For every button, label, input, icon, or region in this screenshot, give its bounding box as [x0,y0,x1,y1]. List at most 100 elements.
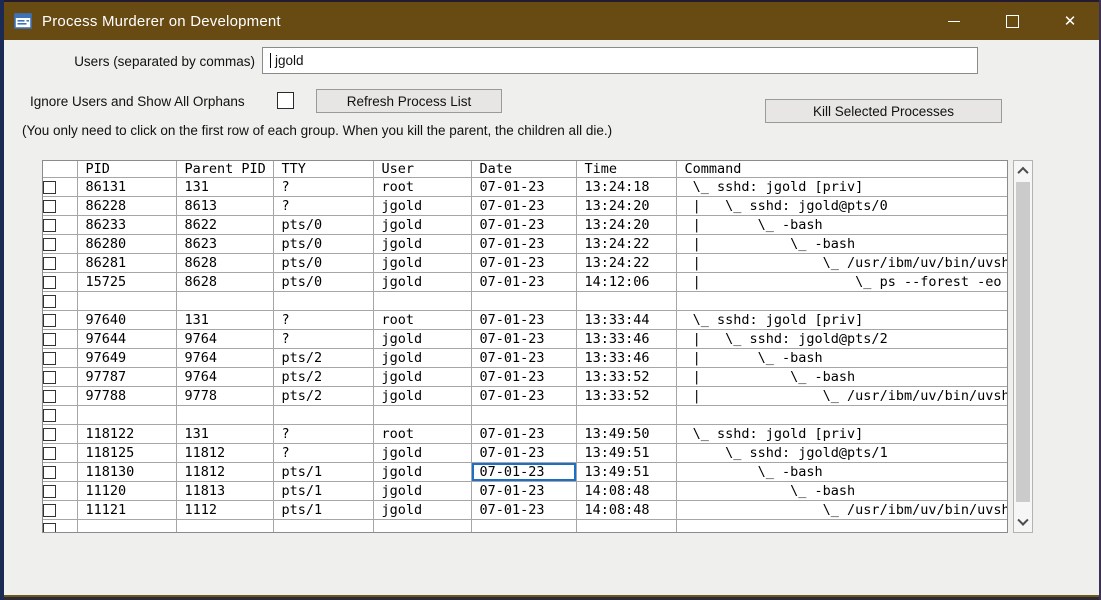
cell-command[interactable] [675,405,1007,425]
cell-command[interactable]: \_ sshd: jgold@pts/1 [675,443,1007,463]
cell-tty[interactable]: ? [272,443,374,463]
cell-date[interactable] [470,519,577,532]
row-checkbox[interactable] [43,446,56,460]
cell-command[interactable]: \_ sshd: jgold [priv] [675,310,1007,330]
cell-tty[interactable] [272,405,374,425]
kill-selected-processes-button[interactable]: Kill Selected Processes [765,99,1002,123]
cell-tty[interactable]: pts/1 [272,500,374,520]
cell-command[interactable]: | \_ ps --forest -eo p [675,272,1007,292]
cell-time[interactable]: 13:33:46 [575,329,677,349]
cell-tty[interactable]: pts/0 [272,215,374,235]
cell-time[interactable]: 13:24:20 [575,196,677,216]
cell-pid[interactable]: 118122 [76,424,177,444]
cell-command[interactable]: | \_ -bash [675,367,1007,387]
row-checkbox[interactable] [43,408,56,422]
users-input[interactable]: jgold [262,47,978,74]
cell-time[interactable] [575,291,677,311]
row-checkbox[interactable] [43,294,56,308]
cell-user[interactable]: jgold [372,481,472,501]
cell-ppid[interactable]: 8628 [175,253,274,273]
cell-time[interactable]: 13:24:22 [575,234,677,254]
cell-time[interactable]: 13:24:20 [575,215,677,235]
row-checkbox[interactable] [43,370,56,384]
cell-pid[interactable]: 11120 [76,481,177,501]
cell-user[interactable]: jgold [372,272,472,292]
cell-time[interactable]: 13:33:46 [575,348,677,368]
row-checkbox[interactable] [43,332,56,346]
cell-date[interactable]: 07-01-23 [470,348,577,368]
scroll-down-button[interactable] [1014,513,1032,532]
cell-date[interactable]: 07-01-23 [470,215,577,235]
cell-date[interactable]: 07-01-23 [470,329,577,349]
cell-command[interactable]: | \_ sshd: jgold@pts/2 [675,329,1007,349]
cell-command[interactable]: | \_ -bash [675,348,1007,368]
cell-pid[interactable]: 86281 [76,253,177,273]
cell-date[interactable]: 07-01-23 [470,310,577,330]
cell-pid[interactable]: 118130 [76,462,177,482]
row-checkbox[interactable] [43,351,56,365]
row-checkbox[interactable] [43,503,56,517]
cell-user[interactable]: jgold [372,329,472,349]
cell-pid[interactable]: 97787 [76,367,177,387]
cell-date[interactable]: 07-01-23 [470,500,577,520]
cell-tty[interactable]: pts/0 [272,253,374,273]
cell-time[interactable]: 13:24:18 [575,177,677,197]
cell-command[interactable]: \_ sshd: jgold [priv] [675,424,1007,444]
cell-ppid[interactable]: 131 [175,310,274,330]
cell-time[interactable] [575,519,677,532]
cell-pid[interactable]: 86233 [76,215,177,235]
cell-ppid[interactable] [175,519,274,532]
cell-time[interactable]: 13:33:52 [575,367,677,387]
cell-date[interactable] [470,291,577,311]
cell-time[interactable]: 13:49:51 [575,443,677,463]
cell-pid[interactable] [76,519,177,532]
cell-user[interactable]: jgold [372,215,472,235]
cell-date[interactable]: 07-01-23 [470,424,577,444]
cell-pid[interactable]: 97640 [76,310,177,330]
cell-date[interactable]: 07-01-23 [470,443,577,463]
cell-date[interactable]: 07-01-23 [470,253,577,273]
cell-tty[interactable]: ? [272,196,374,216]
row-checkbox[interactable] [43,237,56,251]
cell-time[interactable]: 14:08:48 [575,481,677,501]
cell-command[interactable]: | \_ sshd: jgold@pts/0 [675,196,1007,216]
maximize-button[interactable] [983,2,1041,40]
cell-time[interactable]: 14:12:06 [575,272,677,292]
cell-ppid[interactable]: 9778 [175,386,274,406]
cell-user[interactable]: jgold [372,500,472,520]
cell-pid[interactable]: 97644 [76,329,177,349]
cell-user[interactable]: root [372,310,472,330]
cell-ppid[interactable] [175,291,274,311]
cell-user[interactable] [372,291,472,311]
cell-ppid[interactable]: 11812 [175,462,274,482]
cell-pid[interactable]: 86228 [76,196,177,216]
cell-tty[interactable] [272,291,374,311]
cell-pid[interactable]: 86131 [76,177,177,197]
cell-pid[interactable]: 15725 [76,272,177,292]
cell-date[interactable]: 07-01-23 [470,272,577,292]
cell-tty[interactable]: ? [272,310,374,330]
cell-user[interactable]: root [372,424,472,444]
cell-user[interactable]: jgold [372,234,472,254]
cell-time[interactable] [575,405,677,425]
cell-pid[interactable] [76,405,177,425]
cell-ppid[interactable]: 11812 [175,443,274,463]
cell-user[interactable]: jgold [372,443,472,463]
cell-user[interactable]: jgold [372,367,472,387]
cell-command[interactable]: \_ -bash [675,481,1007,501]
cell-command[interactable]: | \_ /usr/ibm/uv/bin/uvsh [675,253,1007,273]
cell-command[interactable]: | \_ -bash [675,215,1007,235]
cell-tty[interactable]: pts/1 [272,462,374,482]
cell-date[interactable]: 07-01-23 [470,462,577,482]
cell-command[interactable]: | \_ -bash [675,234,1007,254]
cell-ppid[interactable]: 8623 [175,234,274,254]
cell-ppid[interactable]: 9764 [175,348,274,368]
cell-pid[interactable]: 97788 [76,386,177,406]
cell-time[interactable]: 14:08:48 [575,500,677,520]
cell-ppid[interactable]: 131 [175,424,274,444]
row-checkbox[interactable] [43,522,56,532]
cell-ppid[interactable]: 9764 [175,329,274,349]
cell-user[interactable]: jgold [372,253,472,273]
row-checkbox[interactable] [43,427,56,441]
cell-tty[interactable]: ? [272,424,374,444]
